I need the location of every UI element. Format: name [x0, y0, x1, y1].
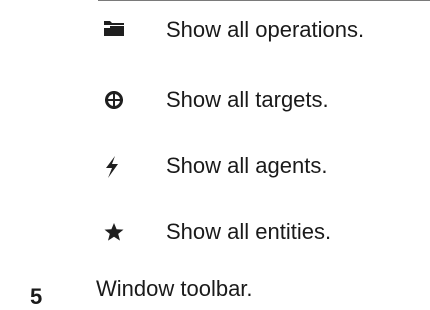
legend-item-label: Show all agents.: [166, 153, 328, 178]
star-icon: [96, 212, 132, 252]
step-number: 5: [30, 284, 43, 309]
crosshair-icon: [96, 80, 132, 120]
legend-item-entities: Show all entities.: [96, 212, 430, 252]
legend-item-label: Show all operations.: [166, 17, 365, 42]
step-item: 5 Window toolbar.: [0, 276, 430, 309]
legend-item-label: Show all entities.: [166, 219, 332, 244]
legend-item-targets: Show all targets.: [96, 80, 430, 120]
top-divider: [98, 0, 430, 1]
legend-item-operations: Show all operations.: [96, 10, 430, 50]
folder-icon: [96, 10, 132, 50]
legend-item-label: Show all targets.: [166, 87, 329, 112]
lightning-icon: [96, 146, 132, 186]
legend-item-agents: Show all agents.: [96, 146, 430, 186]
step-description: Window toolbar.: [96, 276, 253, 301]
